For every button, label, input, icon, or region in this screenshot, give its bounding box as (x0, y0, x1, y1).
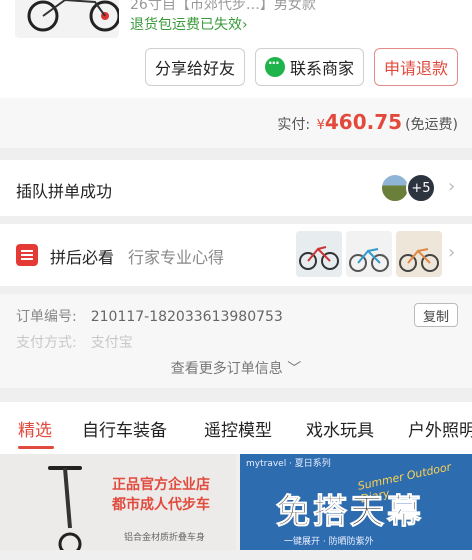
share-button[interactable]: 分享给好友 (144, 48, 245, 86)
more-order-info-label: 查看更多订单信息 (170, 361, 283, 377)
product-thumbnail[interactable] (15, 0, 119, 38)
category-tabs: 精选 自行车装备 遥控模型 戏水玩具 户外照明 (0, 402, 472, 454)
banner-title: 免搭天幕 (276, 492, 424, 533)
tips-subtitle: 行家专业心得 (128, 248, 225, 267)
refund-shipping-status[interactable]: 退货包运费已失效› (130, 14, 248, 34)
notes-icon (16, 244, 38, 266)
payment-method-label: 支付方式: (16, 335, 77, 351)
chevron-down-icon: ﹀ (287, 361, 302, 377)
post-purchase-tips-row[interactable]: 拼后必看 行家专业心得 › (0, 224, 472, 286)
refund-button-label: 申请退款 (383, 59, 448, 78)
tab-outdoor-lighting[interactable]: 户外照明 (408, 416, 472, 441)
banner-brand: mytravel · 夏日系列 (246, 459, 331, 469)
share-button-label: 分享给好友 (154, 59, 235, 78)
active-tab-indicator (18, 446, 54, 449)
tab-rc-models[interactable]: 遥控模型 (204, 416, 272, 441)
tab-water-toys[interactable]: 戏水玩具 (306, 416, 374, 441)
refund-shipping-text: 退货包运费已失效 (130, 17, 242, 33)
tip-image (346, 231, 392, 277)
payment-method-row: 支付方式: 支付宝 (16, 332, 133, 352)
more-order-info-toggle[interactable]: 查看更多订单信息 ﹀ (0, 358, 472, 378)
payment-summary: 实付: ¥460.75 (免运费) (0, 98, 472, 148)
copy-order-number-button[interactable]: 复制 (413, 303, 458, 327)
currency-symbol: ¥ (316, 118, 325, 133)
order-number-row: 订单编号: 210117-182033613980753 (16, 306, 283, 326)
order-number-label: 订单编号: (16, 309, 77, 325)
contact-merchant-button[interactable]: 联系商家 (254, 48, 364, 86)
shipping-note: (免运费) (405, 117, 458, 133)
paid-value: 460.75 (324, 110, 403, 134)
banner-text: 铝合金材质折叠车身 (124, 533, 206, 543)
tip-image (296, 231, 342, 277)
banner-text: 一键展开 · 防晒防紫外 (284, 537, 374, 547)
banner-text: 正品官方企业店 (112, 477, 210, 493)
chevron-right-icon: › (448, 176, 456, 197)
group-buy-status: 插队拼单成功 (16, 182, 113, 201)
product-banner-canopy[interactable]: mytravel · 夏日系列 Summer Outdoor Diary 免搭天… (240, 454, 472, 550)
order-actions: 分享给好友 联系商家 申请退款 (144, 48, 458, 86)
contact-button-label: 联系商家 (289, 59, 354, 78)
group-buy-status-row[interactable]: 插队拼单成功 +5 › (0, 160, 472, 216)
avatar-more-count: +5 (406, 173, 436, 203)
tab-featured[interactable]: 精选 (18, 416, 52, 441)
order-info: 订单编号: 210117-182033613980753 复制 支付方式: 支付宝 … (0, 294, 472, 388)
apply-refund-button[interactable]: 申请退款 (373, 48, 458, 86)
folding-bike-image (48, 466, 82, 550)
payment-method-value: 支付宝 (90, 335, 133, 351)
paid-label: 实付: (277, 117, 311, 133)
chat-icon (264, 56, 285, 77)
banner-text: 都市成人代步车 (112, 497, 210, 513)
chevron-right-icon: › (242, 17, 248, 33)
order-number-value: 210117-182033613980753 (90, 309, 283, 325)
tab-bike-gear[interactable]: 自行车装备 (82, 416, 167, 441)
product-title[interactable]: 26寸自【市郊代步…】男女款 (130, 0, 316, 14)
tip-image (396, 231, 442, 277)
tips-title: 拼后必看 (50, 248, 115, 267)
order-product-card: 26寸自【市郊代步…】男女款 退货包运费已失效› 分享给好友 联系商家 申请退款 (0, 0, 472, 98)
product-banner-folding-bike[interactable]: 正品官方企业店 都市成人代步车 铝合金材质折叠车身 (0, 454, 236, 550)
paid-amount: 实付: ¥460.75 (免运费) (277, 110, 458, 134)
chevron-right-icon: › (448, 242, 456, 263)
